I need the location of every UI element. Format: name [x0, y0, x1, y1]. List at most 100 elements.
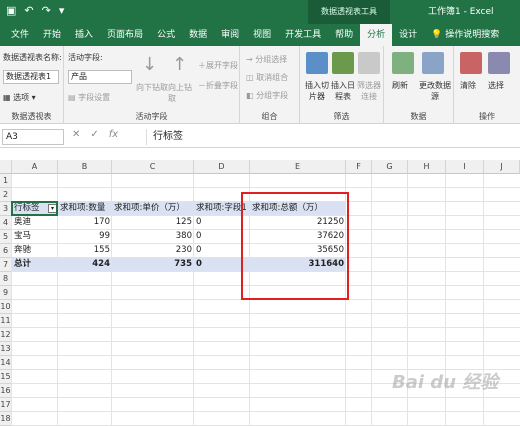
row-gridline — [12, 397, 520, 398]
filter-connections-button[interactable]: 筛选器连接 — [356, 80, 382, 102]
pivot-data-cell[interactable]: 230 — [112, 244, 194, 257]
tab-page-layout[interactable]: 页面布局 — [100, 24, 150, 46]
active-field-group-label: 活动字段 — [135, 112, 168, 121]
field-settings-button[interactable]: ▤ 字段设置 — [68, 92, 110, 103]
pivot-total-cell[interactable]: 424 — [58, 258, 112, 271]
pivottable-name-input[interactable]: 数据透视表1 — [3, 70, 59, 84]
active-field-input[interactable]: 产品 — [68, 70, 132, 84]
data-group: 刷新 更改数据源 数据 — [384, 46, 454, 124]
group-group: → 分组选择 ◫ 取消组合 ◧ 分组字段 组合 — [240, 46, 300, 124]
filter-group-label: 筛选 — [333, 112, 350, 121]
insert-function-icon[interactable]: fx — [109, 129, 118, 140]
tell-me-search[interactable]: 💡 操作说明搜索 — [424, 24, 506, 46]
title-bar: ▣ ↶ ↷ ▾ 数据透视表工具 工作簿1 - Excel — [0, 0, 520, 24]
change-source-icon — [422, 52, 444, 74]
pivot-data-cell[interactable]: 宝马 — [12, 230, 58, 243]
ribbon-tabs: 文件 开始 插入 页面布局 公式 数据 审阅 视图 开发工具 帮助 分析 设计 … — [0, 24, 520, 46]
group-group-label: 组合 — [261, 112, 278, 121]
name-box[interactable]: A3 — [2, 129, 64, 145]
tab-file[interactable]: 文件 — [4, 24, 36, 46]
tab-developer[interactable]: 开发工具 — [278, 24, 328, 46]
customize-qat-icon[interactable]: ▾ — [59, 4, 65, 17]
save-icon[interactable]: ▣ — [6, 4, 16, 17]
tab-design[interactable]: 设计 — [392, 24, 424, 46]
column-header-E[interactable]: E — [250, 160, 346, 174]
column-header-J[interactable]: J — [484, 160, 520, 174]
column-header-A[interactable]: A — [12, 160, 58, 174]
pivottable-name-label: 数据透视表名称: — [3, 53, 62, 62]
filter-group: 插入切片器 插入日程表 筛选器连接 筛选 — [300, 46, 384, 124]
pivot-header-cell[interactable]: 求和项:单价（万） — [112, 202, 194, 215]
cancel-icon[interactable]: ✕ — [72, 129, 80, 140]
tab-insert[interactable]: 插入 — [68, 24, 100, 46]
column-header-B[interactable]: B — [58, 160, 112, 174]
pivot-data-cell[interactable]: 170 — [58, 216, 112, 229]
lightbulb-icon: 💡 — [431, 30, 443, 40]
data-group-label: 数据 — [410, 112, 427, 121]
quick-access-toolbar: ▣ ↶ ↷ ▾ — [6, 4, 64, 17]
column-header-H[interactable]: H — [408, 160, 446, 174]
tab-analyze[interactable]: 分析 — [360, 24, 393, 46]
field-settings-icon: ▤ — [68, 93, 76, 102]
drill-down-icon: ↓ — [142, 54, 158, 75]
pivot-total-cell[interactable]: 总计 — [12, 258, 58, 271]
ungroup-button[interactable]: ◫ 取消组合 — [246, 72, 288, 83]
group-selection-button[interactable]: → 分组选择 — [246, 54, 287, 65]
change-source-button[interactable]: 更改数据源 — [418, 80, 452, 102]
tab-formulas[interactable]: 公式 — [150, 24, 182, 46]
collapse-field-button[interactable]: －折叠字段 — [198, 80, 238, 91]
column-header-C[interactable]: C — [112, 160, 194, 174]
tab-data[interactable]: 数据 — [182, 24, 214, 46]
clear-button[interactable]: 清除 — [460, 80, 476, 91]
drill-down-button[interactable]: 向下钻取 — [136, 82, 168, 93]
column-header-F[interactable]: F — [346, 160, 372, 174]
select-button[interactable]: 选择 — [488, 80, 504, 91]
formula-bar: A3 ✕ ✓ fx 行标签 — [0, 126, 520, 148]
window-title: 工作簿1 - Excel — [428, 7, 494, 17]
pivot-data-cell[interactable]: 155 — [58, 244, 112, 257]
insert-slicer-button[interactable]: 插入切片器 — [304, 80, 330, 102]
tab-view[interactable]: 视图 — [246, 24, 278, 46]
pivot-data-cell[interactable]: 125 — [112, 216, 194, 229]
clear-icon — [460, 52, 482, 74]
redo-icon[interactable]: ↷ — [42, 4, 51, 17]
expand-field-button[interactable]: ＋展开字段 — [198, 60, 238, 71]
row-gridline — [12, 313, 520, 314]
active-field-label: 活动字段: — [68, 53, 103, 62]
row-gridline — [12, 327, 520, 328]
column-header-G[interactable]: G — [372, 160, 408, 174]
timeline-icon — [332, 52, 354, 74]
drill-up-button[interactable]: 向上钻取 — [168, 82, 198, 104]
refresh-button[interactable]: 刷新 — [392, 80, 408, 91]
tab-help[interactable]: 帮助 — [328, 24, 360, 46]
select-all-corner[interactable] — [0, 160, 12, 174]
formula-input[interactable]: 行标签 — [146, 129, 516, 145]
tab-home[interactable]: 开始 — [36, 24, 68, 46]
row-gridline — [12, 187, 520, 188]
tab-review[interactable]: 审阅 — [214, 24, 246, 46]
insert-timeline-button[interactable]: 插入日程表 — [330, 80, 356, 102]
active-cell-indicator — [11, 201, 58, 216]
enter-icon[interactable]: ✓ — [90, 129, 98, 140]
group-field-button[interactable]: ◧ 分组字段 — [246, 90, 288, 101]
column-header-I[interactable]: I — [446, 160, 484, 174]
pivot-data-cell[interactable]: 380 — [112, 230, 194, 243]
undo-icon[interactable]: ↶ — [24, 4, 33, 17]
options-icon: ▦ — [3, 93, 11, 102]
slicer-icon — [306, 52, 328, 74]
pivot-header-cell[interactable]: 求和项:数量 — [58, 202, 112, 215]
pivottable-group-label: 数据透视表 — [11, 112, 52, 121]
active-field-group: 活动字段: 产品 ▤ 字段设置 ↓ 向下钻取 ↑ 向上钻取 ＋展开字段 －折叠字… — [64, 46, 240, 124]
pivot-total-cell[interactable]: 735 — [112, 258, 194, 271]
options-button[interactable]: ▦ 选项 ▾ — [3, 92, 36, 103]
pivot-data-cell[interactable]: 奥迪 — [12, 216, 58, 229]
pivot-data-cell[interactable]: 99 — [58, 230, 112, 243]
actions-group: 清除 选择 操作 — [454, 46, 520, 124]
filter-connections-icon — [358, 52, 380, 74]
row-gridline — [12, 411, 520, 412]
watermark: Bai du 经验 — [392, 372, 499, 393]
actions-group-label: 操作 — [479, 112, 495, 121]
row-gridline — [12, 341, 520, 342]
pivot-data-cell[interactable]: 奔驰 — [12, 244, 58, 257]
column-header-D[interactable]: D — [194, 160, 250, 174]
